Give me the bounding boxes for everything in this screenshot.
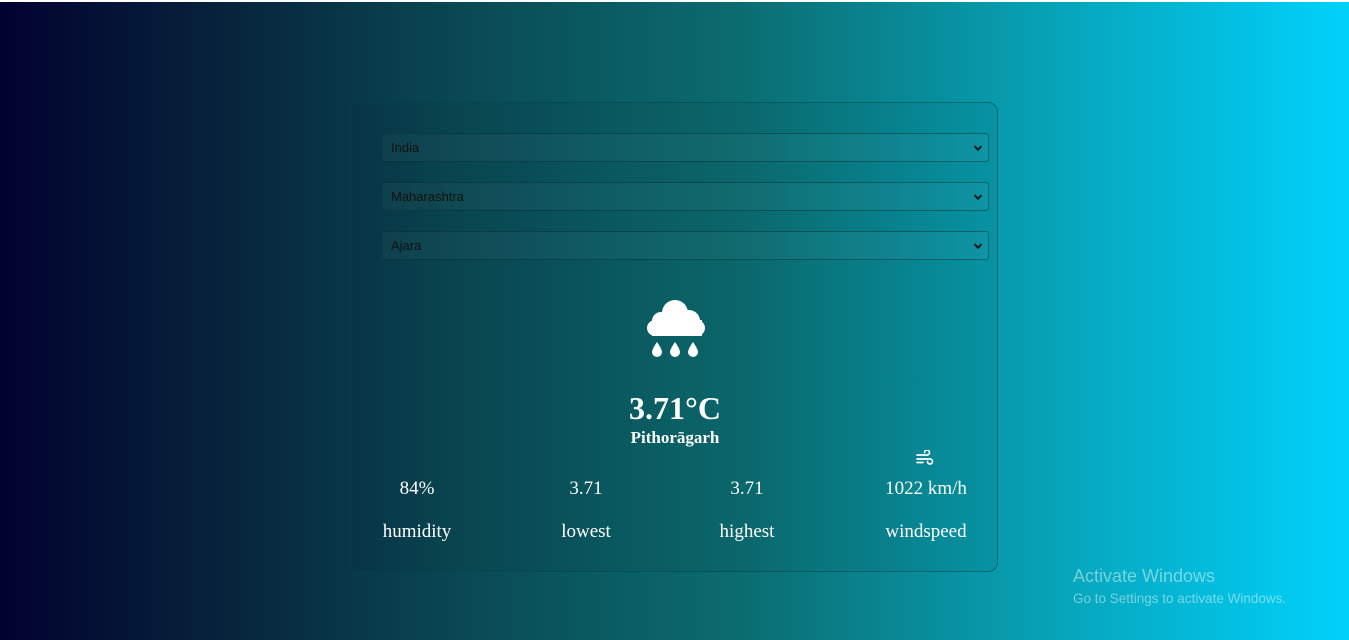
windspeed-label: windspeed <box>885 521 967 542</box>
activate-windows-watermark: Activate Windows Go to Settings to activ… <box>1073 566 1286 606</box>
lowest-stat: 3.71 lowest <box>541 478 631 548</box>
cloud-rain-icon <box>647 300 705 357</box>
lowest-label: lowest <box>561 521 611 542</box>
top-border <box>0 0 1349 2</box>
country-select-value: India <box>391 140 420 155</box>
wind-icon <box>916 450 934 465</box>
state-select[interactable]: Maharashtra <box>381 182 989 211</box>
humidity-value: 84% <box>399 478 435 499</box>
highest-stat: 3.71 highest <box>701 478 793 548</box>
lowest-value: 3.71 <box>569 478 603 499</box>
chevron-down-icon <box>973 145 983 152</box>
humidity-label: humidity <box>382 521 452 542</box>
watermark-subtitle: Go to Settings to activate Windows. <box>1073 591 1287 606</box>
highest-label: highest <box>719 521 775 542</box>
chevron-down-icon <box>973 194 983 201</box>
watermark-title: Activate Windows <box>1073 566 1216 586</box>
country-select[interactable]: India <box>381 133 989 162</box>
city-select-value: Ajara <box>391 238 422 253</box>
humidity-stat: 84% humidity <box>366 478 468 548</box>
chevron-down-icon <box>973 243 983 250</box>
windspeed-value: 1022 km/h <box>885 478 967 499</box>
windspeed-stat: 1022 km/h windspeed <box>867 478 985 548</box>
state-select-value: Maharashtra <box>391 189 464 204</box>
city-select[interactable]: Ajara <box>381 231 989 260</box>
weather-card: India Maharashtra Ajara 3.71°C Pithorāga… <box>350 102 998 572</box>
highest-value: 3.71 <box>730 478 764 499</box>
temperature-value: 3.71°C <box>629 390 721 426</box>
location-name: Pithorāgarh <box>630 428 720 447</box>
